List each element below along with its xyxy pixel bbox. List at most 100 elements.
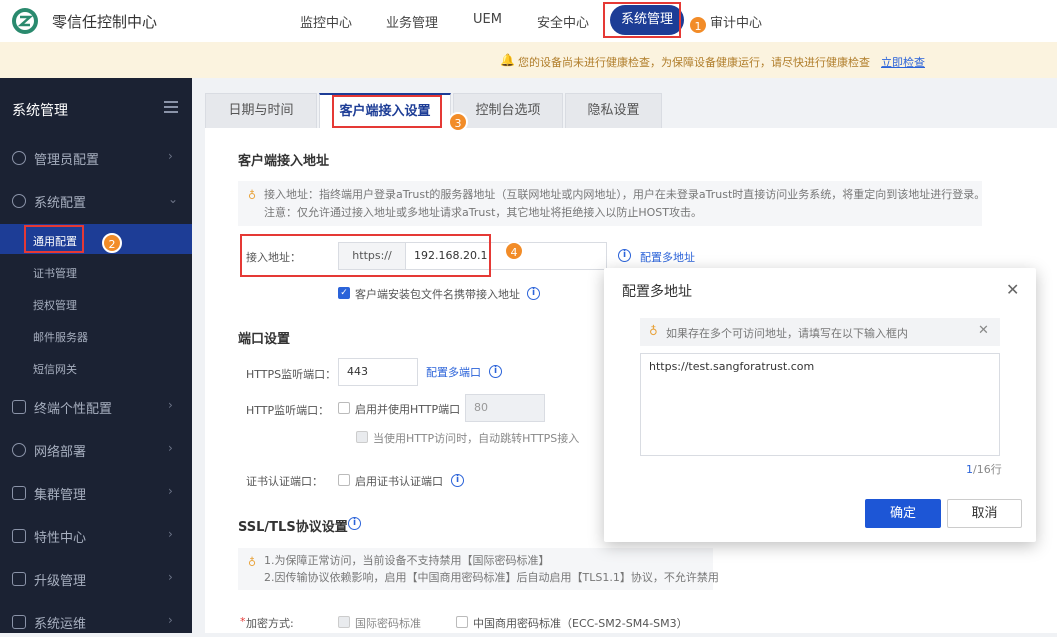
- sidebar-item-label: 升级管理: [34, 574, 87, 589]
- tools-icon: [12, 615, 26, 629]
- sidebar-item-upgrade[interactable]: 升级管理 ›: [0, 564, 192, 594]
- http-redirect-checkbox[interactable]: [356, 431, 368, 443]
- dialog-tip-text: 如果存在多个可访问地址，请填写在以下输入框内: [666, 327, 908, 340]
- required-mark: *: [240, 615, 246, 628]
- bulb-icon: ♁: [649, 324, 658, 338]
- info-icon: i: [527, 287, 540, 300]
- annotation-box-2: [24, 225, 84, 253]
- cipher-label: 加密方式:: [246, 617, 294, 630]
- cluster-icon: [12, 486, 26, 500]
- tip-line: 注意：仅允许通过接入地址或多地址请求aTrust，其它地址将拒绝接入以防止HOS…: [264, 206, 703, 219]
- globe-icon: [12, 443, 26, 457]
- sidebar-item-label: 特性中心: [34, 531, 87, 546]
- sidebar-item-network[interactable]: 网络部署 ›: [0, 435, 192, 465]
- http-redirect-label: 当使用HTTP访问时，自动跳转HTTPS接入: [373, 432, 580, 445]
- nav-business[interactable]: 业务管理: [386, 12, 438, 31]
- sub-item-label: 邮件服务器: [33, 331, 88, 344]
- chevron-right-icon: ›: [168, 149, 173, 163]
- sidebar-item-label: 集群管理: [34, 488, 87, 503]
- app-title: 零信任控制中心: [52, 13, 158, 31]
- sm-cipher-label: 中国商用密码标准（ECC-SM2-SM4-SM3）: [473, 617, 688, 630]
- close-icon[interactable]: ✕: [1006, 280, 1019, 299]
- sidebar-title: 系统管理: [12, 103, 68, 119]
- monitor-icon: [12, 400, 26, 414]
- cert-port-checkbox[interactable]: [338, 474, 350, 486]
- chevron-right-icon: ›: [168, 570, 173, 584]
- http-port-input[interactable]: 80: [465, 394, 545, 422]
- sidebar-item-label: 系统运维: [34, 617, 87, 632]
- chevron-down-icon: ⌄: [168, 192, 179, 206]
- check-now-link[interactable]: 立即检查: [881, 54, 925, 70]
- annotation-badge-2: 2: [102, 233, 122, 253]
- chevron-right-icon: ›: [168, 613, 173, 627]
- bulb-icon: ♁: [248, 189, 257, 202]
- user-icon: [12, 151, 26, 165]
- cert-port-checkbox-label: 启用证书认证端口: [355, 475, 443, 488]
- bell-icon: 🔔: [500, 53, 515, 67]
- sidebar-item-terminal[interactable]: 终端个性配置 ›: [0, 392, 192, 422]
- sub-item-cert[interactable]: 证书管理: [0, 256, 192, 286]
- section-title-access: 客户端接入地址: [238, 154, 330, 169]
- cert-port-label: 证书认证端口：: [246, 475, 323, 488]
- annotation-box-3: [332, 95, 442, 128]
- sm-cipher-checkbox[interactable]: [456, 616, 468, 628]
- nav-monitor[interactable]: 监控中心: [300, 12, 352, 31]
- annotation-box-4: [240, 234, 491, 277]
- http-port-label: HTTP监听端口：: [246, 404, 330, 417]
- sidebar-item-label: 网络部署: [34, 445, 87, 460]
- annotation-box-1: [603, 2, 681, 38]
- sub-item-label: 短信网关: [33, 363, 77, 376]
- tip-line: 2.因传输协议依赖影响，启用【中国商用密码标准】后自动启用【TLS1.1】协议，…: [264, 571, 719, 584]
- intl-cipher-label: 国际密码标准: [355, 617, 421, 630]
- section-title-ports: 端口设置: [238, 332, 291, 347]
- annotation-badge-1: 1: [688, 15, 708, 35]
- tab-datetime[interactable]: 日期与时间: [205, 93, 317, 129]
- sub-item-label: 证书管理: [33, 267, 77, 280]
- upload-icon: [12, 572, 26, 586]
- https-port-label: HTTPS监听端口：: [246, 368, 337, 381]
- nav-uem[interactable]: UEM: [473, 12, 502, 27]
- https-port-input[interactable]: 443: [338, 358, 418, 386]
- sidebar-item-admin[interactable]: 管理员配置 ›: [0, 143, 192, 173]
- tip-close-icon[interactable]: ✕: [978, 323, 989, 338]
- confirm-button[interactable]: 确定: [865, 499, 941, 528]
- ssl-tip: ♁ 1.为保障正常访问，当前设备不支持禁用【国际密码标准】 2.因传输协议依赖影…: [238, 548, 719, 590]
- config-multi-address-link[interactable]: 配置多地址: [640, 249, 695, 265]
- info-icon: i: [451, 474, 464, 487]
- section-title-ssl: SSL/TLS协议设置: [238, 520, 348, 535]
- multi-address-textarea[interactable]: https://test.sangforatrust.com: [640, 353, 1000, 456]
- sub-item-sms[interactable]: 短信网关: [0, 352, 192, 382]
- tab-privacy[interactable]: 隐私设置: [565, 93, 662, 129]
- config-multi-port-link[interactable]: 配置多端口: [426, 364, 481, 380]
- annotation-badge-3: 3: [448, 112, 468, 132]
- sidebar-item-cluster[interactable]: 集群管理 ›: [0, 478, 192, 508]
- notice-text: 您的设备尚未进行健康检查，为保障设备健康运行，请尽快进行健康检查: [518, 56, 870, 69]
- sub-item-mail[interactable]: 邮件服务器: [0, 320, 192, 350]
- chevron-right-icon: ›: [168, 484, 173, 498]
- cancel-button[interactable]: 取消: [947, 499, 1022, 528]
- intl-cipher-checkbox[interactable]: [338, 616, 350, 628]
- sidebar-item-label: 终端个性配置: [34, 402, 113, 417]
- annotation-badge-4: 4: [504, 241, 524, 261]
- bulb-icon: ♁: [248, 556, 257, 569]
- info-icon: i: [489, 365, 502, 378]
- installer-name-checkbox[interactable]: ✓: [338, 287, 350, 299]
- menu-collapse-icon[interactable]: [164, 101, 178, 113]
- sidebar-item-feature[interactable]: 特性中心 ›: [0, 521, 192, 551]
- tip-line: 接入地址：指终端用户登录aTrust的服务器地址（互联网地址或内网地址），用户在…: [264, 188, 986, 201]
- line-counter: 1/16行: [966, 461, 1002, 477]
- nav-audit[interactable]: 审计中心: [710, 12, 762, 31]
- installer-name-label: 客户端安装包文件名携带接入地址: [355, 288, 520, 301]
- sidebar-item-system-config[interactable]: 系统配置 ⌄: [0, 186, 192, 216]
- sub-item-license[interactable]: 授权管理: [0, 288, 192, 318]
- line-count-current: 1: [966, 463, 973, 476]
- dialog-title: 配置多地址: [622, 284, 692, 300]
- logo-icon: [12, 8, 38, 34]
- sub-item-label: 授权管理: [33, 299, 77, 312]
- http-enable-checkbox[interactable]: [338, 402, 350, 414]
- chevron-right-icon: ›: [168, 398, 173, 412]
- nav-security[interactable]: 安全中心: [537, 12, 589, 31]
- http-enable-label: 启用并使用HTTP端口: [355, 403, 461, 416]
- tab-console[interactable]: 控制台选项: [453, 93, 563, 129]
- info-icon: i: [618, 249, 631, 262]
